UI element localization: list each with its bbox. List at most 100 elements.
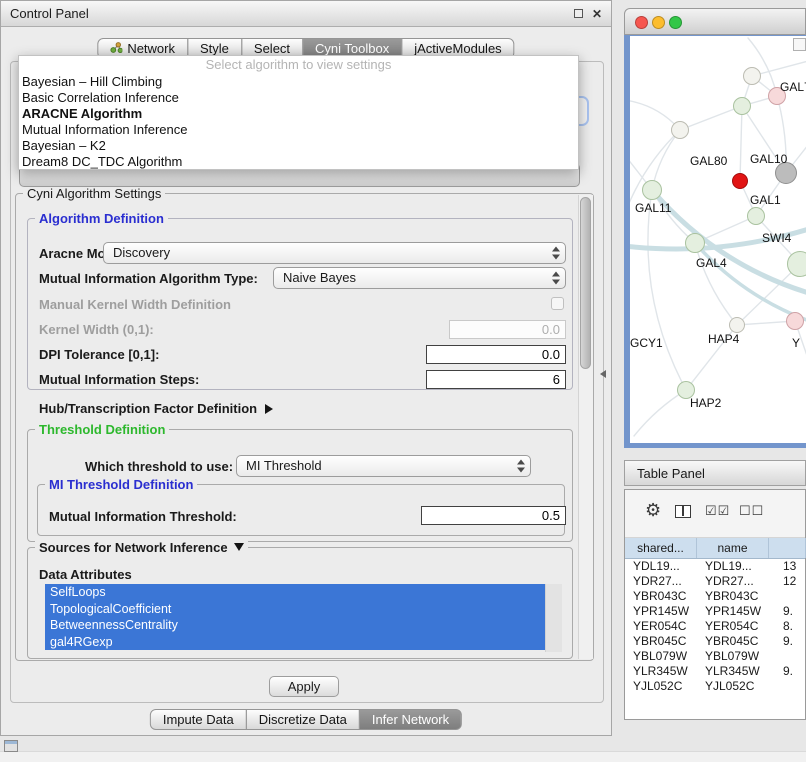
table-cell: YBL079W — [625, 649, 697, 664]
table-panel-window: ⚙ ☑☑ ☐☐ shared...name YDL19...YDL19...13… — [624, 489, 806, 720]
network-edge[interactable] — [740, 106, 742, 181]
algorithm-option[interactable]: Bayesian – Hill Climbing — [19, 74, 578, 90]
table-cell: 13 — [769, 559, 805, 574]
table-cell: YER054C — [697, 619, 769, 634]
which-threshold-combo[interactable]: MI Threshold — [236, 455, 531, 477]
network-edge[interactable] — [680, 106, 742, 130]
table-row[interactable]: YJL052CYJL052C — [625, 679, 805, 694]
which-threshold-value: MI Threshold — [246, 458, 322, 473]
mi-steps-input[interactable] — [426, 370, 566, 389]
mi-threshold-input[interactable] — [421, 506, 566, 525]
kernel-width-input[interactable] — [449, 320, 566, 339]
combo-stepper-icon — [551, 247, 561, 260]
table-cell: YBR045C — [697, 634, 769, 649]
columns-icon-divider — [682, 506, 684, 516]
table-panel-titlebar[interactable]: Table Panel — [624, 460, 806, 486]
control-panel-titlebar: Control Panel ✕ — [1, 1, 611, 27]
table-column-header[interactable]: shared... — [625, 538, 697, 558]
attribute-list-item[interactable]: gal4RGexp — [45, 634, 545, 651]
data-attribute-list[interactable]: SelfLoopsTopologicalCoefficientBetweenne… — [45, 584, 563, 652]
network-node[interactable] — [747, 207, 765, 225]
mi-type-label: Mutual Information Algorithm Type: — [39, 271, 258, 286]
minimized-panel-icon-bar — [5, 741, 17, 744]
attribute-list-scrollbar[interactable] — [545, 584, 562, 652]
table-row[interactable]: YBR045CYBR045C9. — [625, 634, 805, 649]
bottom-tab-discretize-data[interactable]: Discretize Data — [246, 709, 360, 730]
chevron-down-icon — [234, 543, 244, 551]
network-node[interactable] — [729, 317, 745, 333]
table-header-row: shared...name — [625, 538, 805, 559]
algorithm-option[interactable]: Basic Correlation Inference — [19, 90, 578, 106]
algorithm-option[interactable]: Mutual Information Inference — [19, 122, 578, 138]
network-node[interactable] — [685, 233, 705, 253]
settings-scrollbar-thumb[interactable] — [580, 197, 591, 369]
network-node[interactable] — [733, 97, 751, 115]
table-row[interactable]: YDL19...YDL19...13 — [625, 559, 805, 574]
tab-label: Infer Network — [372, 710, 449, 729]
birdseye-toggle[interactable] — [793, 38, 806, 51]
table-cell: YER054C — [625, 619, 697, 634]
aracne-mode-combo[interactable]: Discovery — [103, 242, 566, 264]
hub-definition-label: Hub/Transcription Factor Definition — [39, 401, 257, 416]
bottom-tab-impute-data[interactable]: Impute Data — [150, 709, 247, 730]
table-column-header[interactable] — [769, 538, 806, 558]
network-window-titlebar[interactable] — [624, 8, 806, 35]
mac-close-button[interactable] — [635, 16, 648, 29]
which-threshold-label: Which threshold to use: — [85, 459, 233, 474]
network-node[interactable] — [642, 180, 662, 200]
network-node[interactable] — [671, 121, 689, 139]
sources-toggle[interactable]: Sources for Network Inference — [35, 540, 248, 555]
table-row[interactable]: YDR27...YDR27...12 — [625, 574, 805, 589]
network-node[interactable] — [743, 67, 761, 85]
chevron-right-icon — [265, 404, 273, 414]
manual-kernel-checkbox[interactable] — [551, 297, 564, 310]
table-cell: YBR043C — [697, 589, 769, 604]
mi-type-combo[interactable]: Naive Bayes — [273, 267, 566, 289]
attribute-list-item[interactable]: SelfLoops — [45, 584, 545, 601]
mac-minimize-button[interactable] — [652, 16, 665, 29]
hub-definition-toggle[interactable]: Hub/Transcription Factor Definition — [39, 401, 273, 416]
mi-steps-label: Mutual Information Steps: — [39, 372, 199, 387]
table-row[interactable]: YLR345WYLR345W9. — [625, 664, 805, 679]
network-node-label: GAL7 — [780, 80, 806, 94]
network-canvas[interactable]: GAL7GAL80GAL10GAL11GAL1SWI4GAL4GCY1HAP4Y… — [630, 36, 806, 443]
network-edge[interactable] — [634, 390, 686, 436]
deselect-all-checkboxes-icon[interactable]: ☐☐ — [739, 503, 764, 519]
minimized-panel-icon[interactable] — [4, 740, 18, 752]
table-panel-title: Table Panel — [637, 466, 705, 481]
screen: Control Panel ✕ NetworkStyleSelectCyni T… — [0, 0, 806, 762]
algorithm-option[interactable]: ARACNE Algorithm — [19, 106, 578, 122]
algorithm-option[interactable]: Bayesian – K2 — [19, 138, 578, 154]
bottom-tab-infer-network[interactable]: Infer Network — [359, 709, 462, 730]
table-column-header[interactable]: name — [697, 538, 769, 558]
attribute-list-item[interactable]: BetweennessCentrality — [45, 617, 545, 634]
status-strip — [0, 751, 806, 762]
algorithm-dropdown[interactable]: Select algorithm to view settingsBayesia… — [18, 55, 579, 170]
float-window-icon[interactable] — [574, 9, 583, 18]
close-icon[interactable]: ✕ — [592, 6, 602, 22]
apply-button[interactable]: Apply — [269, 676, 339, 697]
threshold-definition-title: Threshold Definition — [35, 422, 169, 437]
network-node-label: GAL4 — [696, 256, 727, 270]
network-node[interactable] — [732, 173, 748, 189]
mac-zoom-button[interactable] — [669, 16, 682, 29]
gear-icon[interactable]: ⚙ — [645, 500, 661, 521]
attribute-list-item[interactable]: TopologicalCoefficient — [45, 601, 545, 618]
table-row[interactable]: YBR043CYBR043C — [625, 589, 805, 604]
table-row[interactable]: YPR145WYPR145W9. — [625, 604, 805, 619]
algorithm-option[interactable]: Dream8 DC_TDC Algorithm — [19, 154, 578, 170]
network-node-label: GAL1 — [750, 193, 781, 207]
settings-scrollbar[interactable] — [578, 195, 593, 659]
mi-threshold-label: Mutual Information Threshold: — [49, 509, 237, 524]
columns-icon[interactable] — [675, 505, 691, 518]
table-row[interactable]: YER054CYER054C8. — [625, 619, 805, 634]
network-node[interactable] — [786, 312, 804, 330]
dpi-tolerance-label: DPI Tolerance [0,1]: — [39, 347, 159, 362]
splitter-collapse-arrow[interactable] — [600, 370, 606, 378]
dpi-tolerance-input[interactable] — [426, 345, 566, 364]
cyni-settings-title: Cyni Algorithm Settings — [23, 186, 165, 201]
select-all-checkboxes-icon[interactable]: ☑☑ — [705, 503, 730, 519]
table-row[interactable]: YBL079WYBL079W — [625, 649, 805, 664]
table-cell: YPR145W — [625, 604, 697, 619]
network-node[interactable] — [787, 251, 806, 277]
